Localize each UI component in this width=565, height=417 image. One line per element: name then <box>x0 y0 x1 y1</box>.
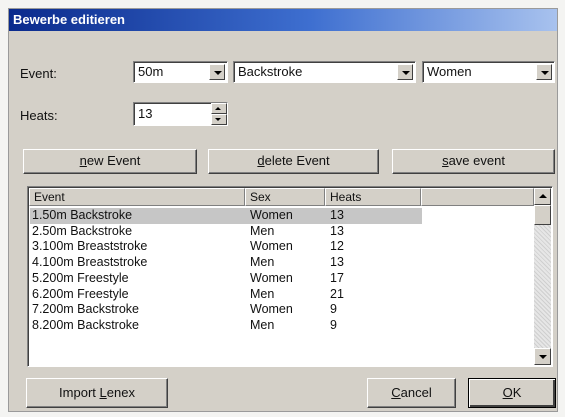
cancel-label-key: C <box>391 385 401 400</box>
table-row[interactable]: 8.200m Backstroke Men 9 <box>30 318 422 334</box>
events-table[interactable]: Event Sex Heats 1.50m Backstroke Women 13 2… <box>27 186 553 367</box>
cell-heats: 21 <box>330 286 344 301</box>
cancel-label-post: ancel <box>400 385 432 400</box>
cell-event: 3.100m Breaststroke <box>32 239 148 254</box>
cell-event: 2.50m Backstroke <box>32 223 133 238</box>
window-title: Bewerbe editieren <box>13 12 125 27</box>
delete-event-label-post: elete Event <box>264 153 330 168</box>
new-event-label-key: n <box>79 153 87 168</box>
dialog-window: Bewerbe editieren Event: 50m Backstroke … <box>8 8 558 412</box>
cell-sex: Women <box>250 208 293 222</box>
import-lenex-label-key: L <box>99 385 107 400</box>
arrow-down-icon <box>539 355 547 359</box>
ok-label-post: K <box>512 385 522 400</box>
chevron-down-icon <box>402 71 410 75</box>
import-lenex-label-post: enex <box>106 385 135 400</box>
cell-sex: Men <box>250 255 275 270</box>
table-row[interactable]: 6.200m Freestyle Men 21 <box>30 287 422 303</box>
scroll-thumb[interactable] <box>534 205 551 225</box>
arrow-up-icon <box>215 107 221 110</box>
ok-button[interactable]: OK <box>468 378 556 408</box>
new-event-button[interactable]: new Event <box>23 149 197 174</box>
column-header-empty[interactable] <box>421 188 534 206</box>
column-header-heats[interactable]: Heats <box>325 188 421 206</box>
heats-value: 13 <box>138 106 153 121</box>
save-event-button[interactable]: save event <box>392 149 555 174</box>
heats-decrement-button[interactable] <box>211 114 227 125</box>
cell-heats: 13 <box>330 208 344 222</box>
table-row[interactable]: 5.200m Freestyle Women 17 <box>30 271 422 287</box>
table-row[interactable]: 1.50m Backstroke Women 13 <box>30 208 422 224</box>
cell-sex: Women <box>250 302 293 317</box>
save-event-label-post: ave event <box>448 153 505 168</box>
stroke-value: Backstroke <box>238 64 303 79</box>
scroll-down-button[interactable] <box>534 348 551 365</box>
event-label: Event: <box>20 66 57 81</box>
stroke-dropdown-button[interactable] <box>397 64 413 80</box>
table-row[interactable]: 4.100m Breaststroke Men 13 <box>30 255 422 271</box>
heats-stepper[interactable]: 13 <box>133 102 228 126</box>
sex-select[interactable]: Women <box>422 61 555 83</box>
stroke-select[interactable]: Backstroke <box>233 61 416 83</box>
scroll-up-button[interactable] <box>534 188 551 205</box>
table-row[interactable]: 3.100m Breaststroke Women 12 <box>30 239 422 255</box>
cell-event: 4.100m Breaststroke <box>32 255 148 270</box>
cell-sex: Men <box>250 223 275 238</box>
cell-heats: 13 <box>330 223 344 238</box>
cell-event: 8.200m Backstroke <box>32 317 139 332</box>
delete-event-label-key: d <box>257 153 265 168</box>
table-row[interactable]: 2.50m Backstroke Men 13 <box>30 224 422 240</box>
cell-heats: 9 <box>330 302 337 317</box>
import-lenex-button[interactable]: Import Lenex <box>26 378 168 408</box>
cell-event: 5.200m Freestyle <box>32 270 129 285</box>
delete-event-button[interactable]: delete Event <box>208 149 379 174</box>
chevron-down-icon <box>541 71 549 75</box>
table-row[interactable]: 7.200m Backstroke Women 9 <box>30 302 422 318</box>
sex-dropdown-button[interactable] <box>536 64 552 80</box>
arrow-down-icon <box>215 118 221 121</box>
new-event-label-post: ew Event <box>86 153 141 168</box>
cell-heats: 12 <box>330 239 344 254</box>
ok-label-key: O <box>502 385 513 400</box>
cancel-button[interactable]: Cancel <box>367 378 456 408</box>
distance-value: 50m <box>138 64 164 79</box>
cell-heats: 9 <box>330 317 337 332</box>
cell-heats: 13 <box>330 255 344 270</box>
cell-event: 1.50m Backstroke <box>32 208 133 222</box>
column-header-sex[interactable]: Sex <box>245 188 325 206</box>
sex-value: Women <box>427 64 472 79</box>
vertical-scrollbar[interactable] <box>534 188 551 365</box>
column-header-event[interactable]: Event <box>29 188 245 206</box>
cell-sex: Men <box>250 317 275 332</box>
import-lenex-label-pre: Import <box>59 385 100 400</box>
cell-sex: Men <box>250 286 275 301</box>
chevron-down-icon <box>214 71 222 75</box>
cell-sex: Women <box>250 239 293 254</box>
heats-increment-button[interactable] <box>211 103 227 114</box>
cell-heats: 17 <box>330 270 344 285</box>
title-bar: Bewerbe editieren <box>9 9 557 31</box>
distance-dropdown-button[interactable] <box>209 64 225 80</box>
cell-event: 7.200m Backstroke <box>32 302 139 317</box>
cell-sex: Women <box>250 270 293 285</box>
cell-event: 6.200m Freestyle <box>32 286 129 301</box>
heats-label: Heats: <box>20 108 58 123</box>
distance-select[interactable]: 50m <box>133 61 228 83</box>
arrow-up-icon <box>539 194 547 198</box>
